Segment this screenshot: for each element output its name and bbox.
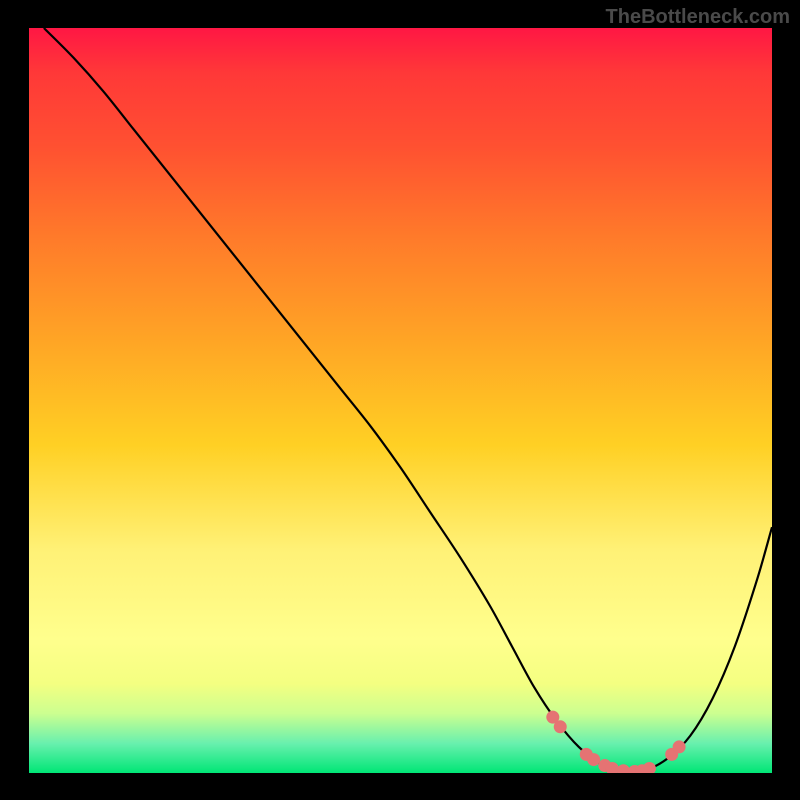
chart-plot-area — [29, 28, 772, 773]
marker-dot — [673, 740, 686, 753]
chart-markers-layer — [29, 28, 772, 773]
watermark-text: TheBottleneck.com — [606, 6, 790, 29]
marker-dot — [587, 753, 600, 766]
marker-dot — [554, 720, 567, 733]
highlight-dots — [546, 711, 685, 773]
marker-dot — [643, 762, 656, 773]
marker-dot — [617, 764, 630, 773]
